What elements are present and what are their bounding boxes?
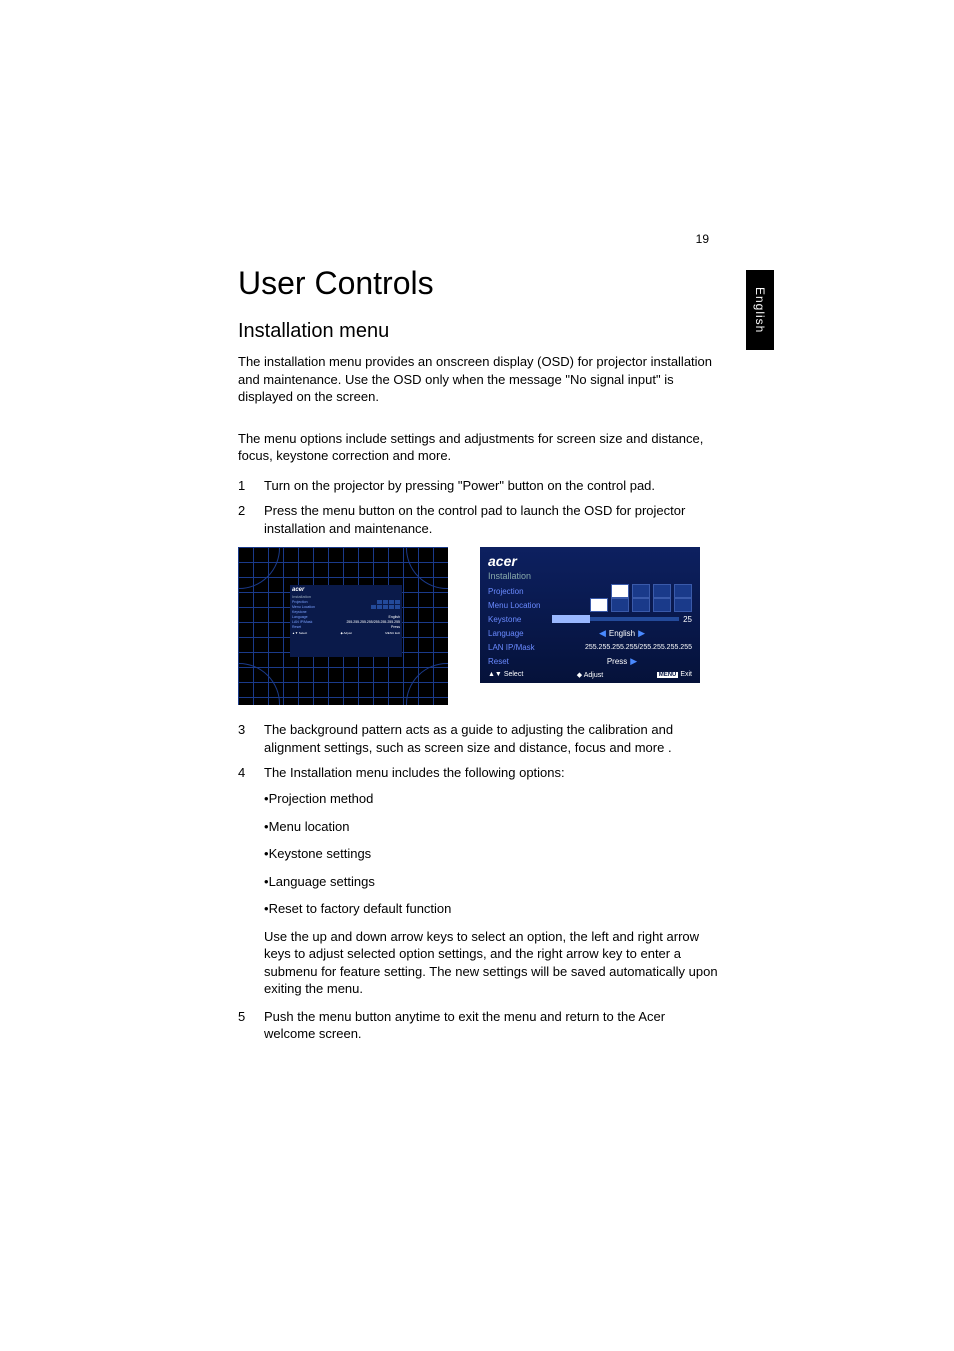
- osd-label: Reset: [488, 657, 552, 666]
- heading-installation-menu: Installation menu: [238, 320, 718, 343]
- osd-label: Keystone: [292, 610, 307, 614]
- heading-user-controls: User Controls: [238, 265, 718, 302]
- step-number: 2: [238, 502, 264, 537]
- menu-location-icon: [653, 598, 671, 612]
- language-value: English: [609, 629, 635, 638]
- footer-select-group: ▲▼ Select: [488, 671, 523, 679]
- step-3: 3 The background pattern acts as a guide…: [238, 721, 718, 756]
- step-text: Press the menu button on the control pad…: [264, 502, 718, 537]
- calibration-grid-screenshot: acer Installation Projection Menu Locati…: [238, 547, 448, 705]
- brand-logo: acer: [292, 587, 400, 593]
- options-bullet-list: Projection method Menu location Keystone…: [264, 790, 718, 918]
- step-1: 1 Turn on the projector by pressing "Pow…: [238, 477, 718, 495]
- osd-label: Projection: [488, 587, 552, 596]
- step-4-details: Projection method Menu location Keystone…: [238, 790, 718, 998]
- step-5: 5 Push the menu button anytime to exit t…: [238, 1008, 718, 1043]
- footer-adjust: Adjust: [344, 631, 352, 635]
- menu-location-icon: [632, 598, 650, 612]
- step-4: 4 The Installation menu includes the fol…: [238, 764, 718, 782]
- osd-label: Language: [292, 615, 308, 619]
- osd-overlay-small: acer Installation Projection Menu Locati…: [290, 585, 402, 657]
- navigation-instructions: Use the up and down arrow keys to select…: [264, 928, 718, 998]
- menu-location-icon: [674, 598, 692, 612]
- step-number: 4: [238, 764, 264, 782]
- osd-menu-screenshot: acer Installation Projection Menu Locati…: [480, 547, 700, 683]
- intro-paragraph-2: The menu options include settings and ad…: [238, 430, 718, 465]
- list-item: Menu location: [264, 818, 718, 836]
- osd-label: Reset: [292, 625, 301, 629]
- footer-menu: MENU: [385, 631, 394, 635]
- osd-footer: ▲▼ Select ◆ Adjust MENU Exit: [488, 671, 692, 679]
- projection-mode-icon: [632, 584, 650, 598]
- projection-mode-icon: [653, 584, 671, 598]
- osd-label: LAN IP/Mask: [488, 643, 552, 652]
- projection-icons: [552, 584, 692, 598]
- keystone-value: 25: [683, 615, 692, 624]
- osd-value: Press: [391, 625, 400, 629]
- step-number: 3: [238, 721, 264, 756]
- osd-label: Menu Location: [488, 601, 552, 610]
- osd-label: Projection: [292, 600, 308, 604]
- osd-label: Keystone: [488, 615, 552, 624]
- steps-list-final: 5 Push the menu button anytime to exit t…: [238, 1008, 718, 1043]
- osd-row-menu-location: Menu Location: [488, 599, 692, 611]
- page: 19 English User Controls Installation me…: [0, 0, 954, 1351]
- left-arrow-icon: ◀: [599, 628, 606, 639]
- step-2: 2 Press the menu button on the control p…: [238, 502, 718, 537]
- content-column: User Controls Installation menu The inst…: [238, 265, 718, 1051]
- osd-label: Language: [488, 629, 552, 638]
- list-item: Projection method: [264, 790, 718, 808]
- keystone-slider: [552, 617, 679, 621]
- step-text: The Installation menu includes the follo…: [264, 764, 718, 782]
- location-icons: [552, 598, 692, 612]
- osd-row-projection: Projection: [488, 585, 692, 597]
- osd-row-keystone: Keystone 25: [488, 613, 692, 625]
- brand-logo: acer: [488, 553, 692, 569]
- menu-location-icon: [611, 598, 629, 612]
- osd-label: LAN IP/Mask: [292, 620, 312, 624]
- list-item: Reset to factory default function: [264, 900, 718, 918]
- page-number: 19: [696, 232, 709, 246]
- footer-adjust-group: ◆ Adjust: [577, 671, 603, 679]
- right-arrow-icon: ▶: [630, 656, 637, 667]
- osd-value: 255.255.255.255/255.255.255.255: [346, 620, 400, 624]
- screenshot-row: acer Installation Projection Menu Locati…: [238, 547, 718, 705]
- osd-title: Installation: [488, 571, 692, 581]
- reset-value: Press: [607, 657, 627, 666]
- osd-row-reset: Reset Press▶: [488, 655, 692, 667]
- leftright-arrow-icon: ◆: [577, 672, 582, 679]
- lan-value: 255.255.255.255/255.255.255.255: [552, 644, 692, 651]
- menu-location-icon: [590, 598, 608, 612]
- osd-row-language: Language ◀English▶: [488, 627, 692, 639]
- updown-arrow-icon: ▲▼: [488, 671, 502, 678]
- list-item: Keystone settings: [264, 845, 718, 863]
- list-item: Language settings: [264, 873, 718, 891]
- step-number: 1: [238, 477, 264, 495]
- menu-badge-icon: MENU: [657, 672, 679, 678]
- steps-list: 1 Turn on the projector by pressing "Pow…: [238, 477, 718, 538]
- intro-paragraph-1: The installation menu provides an onscre…: [238, 353, 718, 406]
- footer-select: Select: [299, 631, 307, 635]
- step-text: Push the menu button anytime to exit the…: [264, 1008, 718, 1043]
- step-text: Turn on the projector by pressing "Power…: [264, 477, 718, 495]
- projection-mode-icon: [611, 584, 629, 598]
- step-number: 5: [238, 1008, 264, 1043]
- projection-mode-icon: [674, 584, 692, 598]
- osd-label: Menu Location: [292, 605, 315, 609]
- language-tab: English: [746, 270, 774, 350]
- step-text: The background pattern acts as a guide t…: [264, 721, 718, 756]
- footer-exit-group: MENU Exit: [657, 671, 692, 679]
- osd-value: English: [389, 615, 400, 619]
- steps-list-continued: 3 The background pattern acts as a guide…: [238, 721, 718, 782]
- right-arrow-icon: ▶: [638, 628, 645, 639]
- osd-row-lan: LAN IP/Mask 255.255.255.255/255.255.255.…: [488, 641, 692, 653]
- osd-title: Installation: [292, 594, 400, 599]
- footer-exit: Exit: [395, 631, 400, 635]
